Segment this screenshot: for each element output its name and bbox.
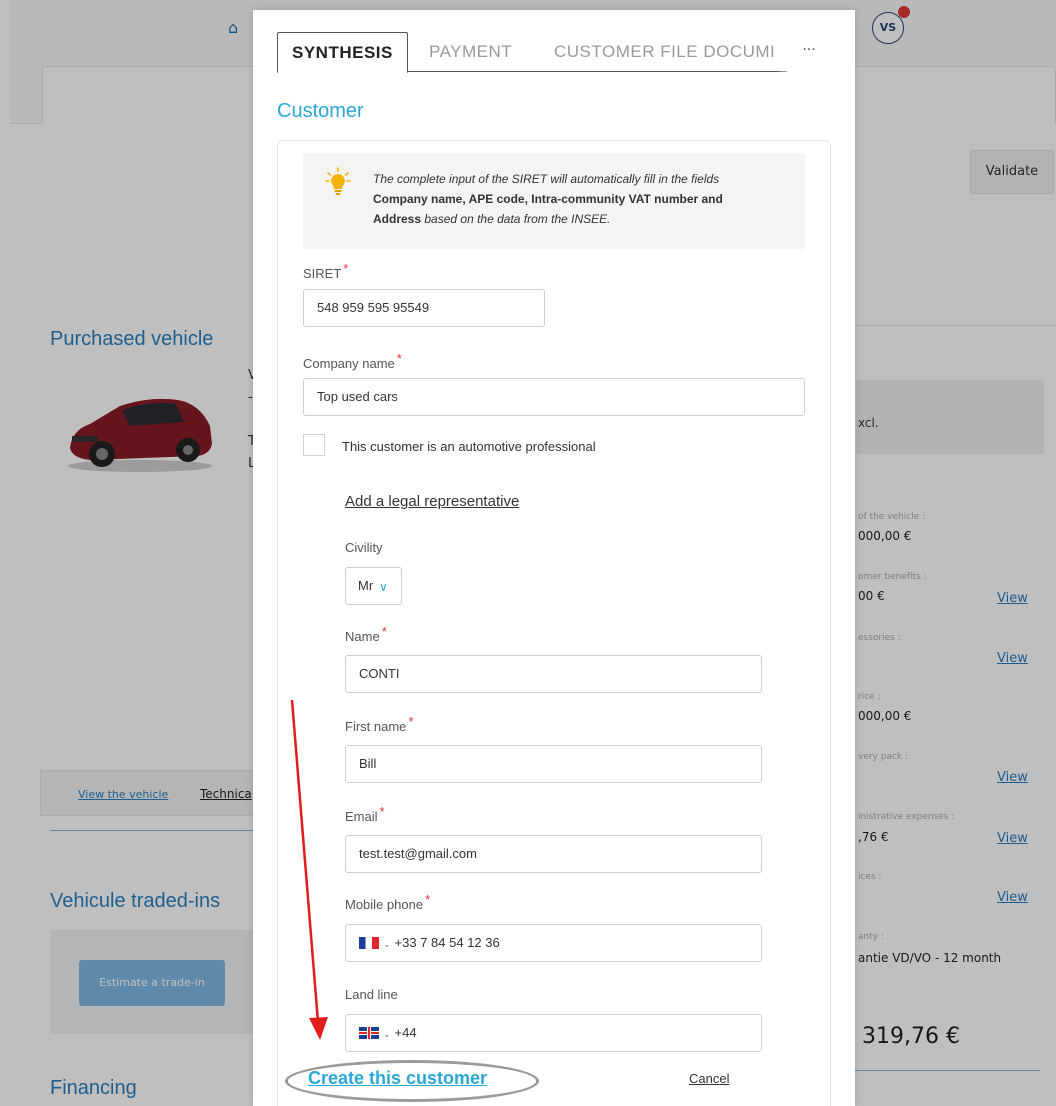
company-name-input[interactable]: Top used cars — [303, 378, 805, 416]
automotive-professional-checkbox[interactable] — [303, 434, 325, 456]
info-line-1: The complete input of the SIRET will aut… — [373, 172, 720, 186]
more-tabs-icon[interactable]: ··· — [787, 32, 831, 72]
name-input[interactable]: CONTI — [345, 655, 762, 693]
mobile-phone-value: +33 7 84 54 12 36 — [394, 935, 500, 950]
company-name-label: Company name * — [303, 351, 402, 371]
info-line-2: Company name, APE code, Intra-community … — [373, 192, 723, 206]
siret-label: SIRET * — [303, 261, 349, 281]
add-legal-representative-link[interactable]: Add a legal representative — [345, 493, 519, 510]
chevron-down-icon: ⌄ — [383, 1029, 391, 1039]
land-line-label: Land line — [345, 987, 398, 1002]
siret-info-text: The complete input of the SIRET will aut… — [373, 169, 793, 229]
section-title-customer: Customer — [277, 100, 364, 122]
siret-info-box: The complete input of the SIRET will aut… — [303, 153, 805, 249]
email-label: Email * — [345, 804, 385, 824]
customer-modal: SYNTHESIS PAYMENT CUSTOMER FILE DOCUMI ·… — [253, 10, 855, 1106]
chevron-down-icon: ∨ — [379, 580, 388, 594]
uk-flag-icon[interactable] — [359, 1026, 379, 1039]
land-line-value: +44 — [394, 1025, 417, 1040]
land-line-input[interactable]: ⌄ +44 — [345, 1014, 762, 1052]
tab-bar: SYNTHESIS PAYMENT CUSTOMER FILE DOCUMI ·… — [277, 32, 831, 73]
siret-input[interactable]: 548 959 595 95549 — [303, 289, 545, 327]
chevron-down-icon: ⌄ — [383, 939, 391, 949]
lightbulb-icon — [325, 167, 351, 195]
automotive-professional-label[interactable]: This customer is an automotive professio… — [342, 439, 596, 454]
civility-select[interactable]: Mr ∨ — [345, 567, 402, 605]
info-line-3-bold: Address — [373, 212, 422, 226]
first-name-input[interactable]: Bill — [345, 745, 762, 783]
mobile-phone-label: Mobile phone * — [345, 892, 431, 912]
tab-customer-file-documents[interactable]: CUSTOMER FILE DOCUMI — [554, 32, 775, 72]
info-line-3-rest: based on the data from the INSEE. — [421, 212, 611, 226]
first-name-label: First name * — [345, 714, 414, 734]
tab-payment[interactable]: PAYMENT — [429, 32, 512, 72]
civility-value: Mr — [358, 578, 374, 593]
mobile-phone-input[interactable]: ⌄ +33 7 84 54 12 36 — [345, 924, 762, 962]
civility-label: Civility — [345, 540, 383, 555]
france-flag-icon[interactable] — [359, 936, 379, 949]
name-label: Name * — [345, 624, 387, 644]
email-input[interactable]: test.test@gmail.com — [345, 835, 762, 873]
cancel-button[interactable]: Cancel — [689, 1071, 729, 1086]
tab-synthesis[interactable]: SYNTHESIS — [277, 32, 408, 73]
create-customer-button[interactable]: Create this customer — [308, 1068, 487, 1089]
